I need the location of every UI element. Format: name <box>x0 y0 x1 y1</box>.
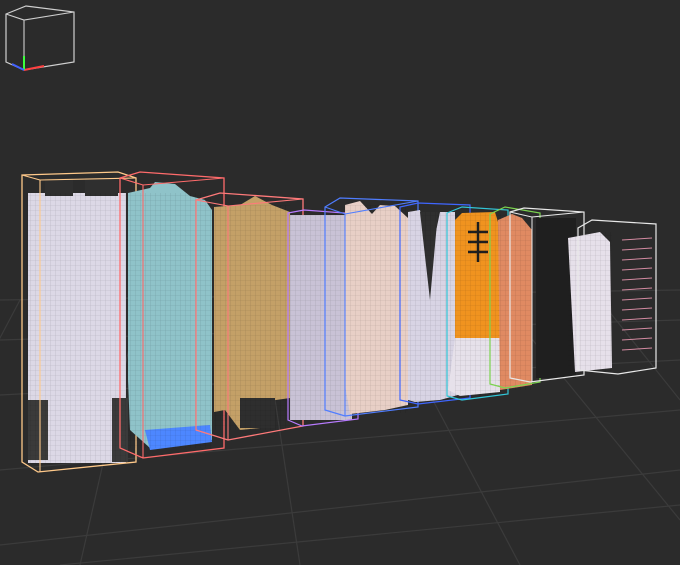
scene-canvas[interactable] <box>0 0 680 565</box>
orientation-gizmo[interactable] <box>0 0 80 80</box>
voxel-model-3[interactable] <box>195 192 304 441</box>
voxel-model-1[interactable] <box>21 171 137 473</box>
3d-viewport[interactable] <box>0 0 680 565</box>
voxel-model-10[interactable] <box>568 219 657 375</box>
x-axis-icon <box>23 65 45 71</box>
voxel-model-2[interactable] <box>119 171 225 459</box>
z-axis-icon <box>11 63 25 71</box>
